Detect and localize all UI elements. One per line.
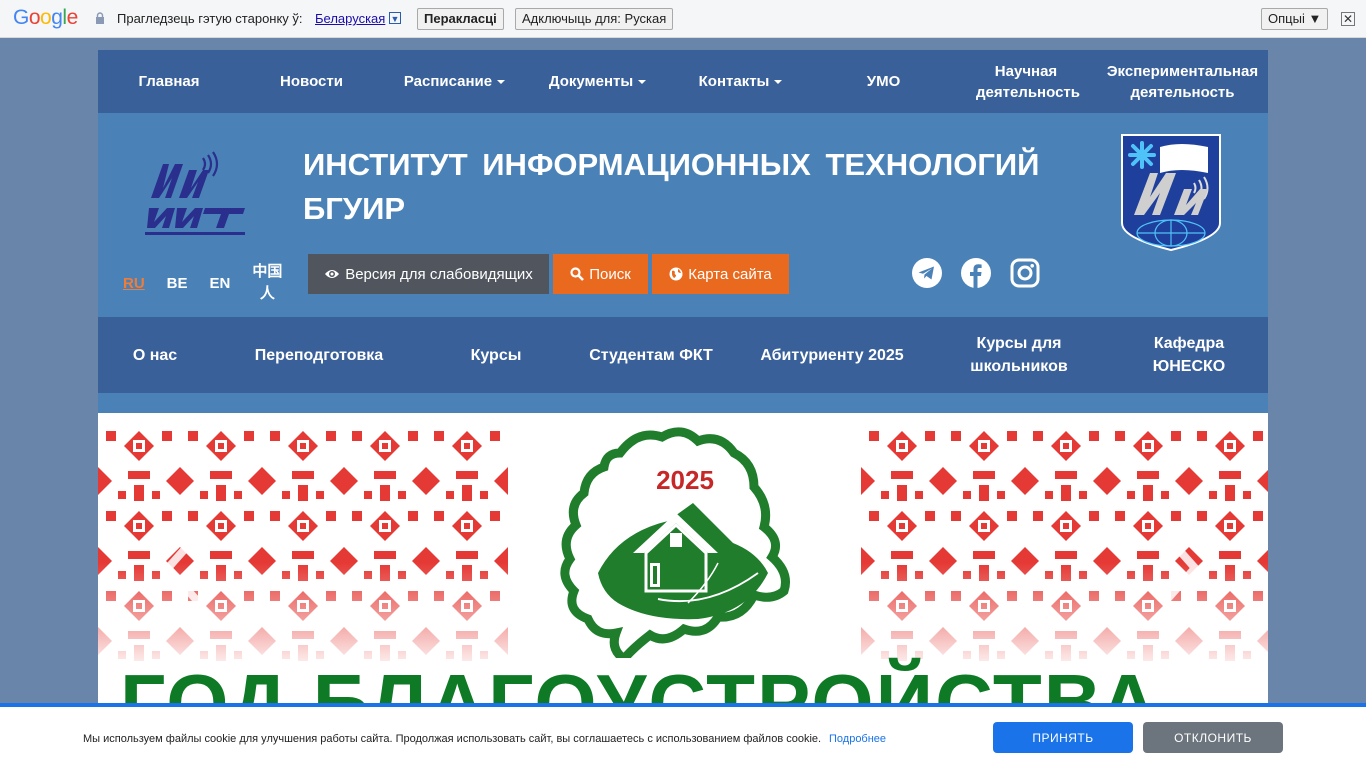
subnav-item-courses[interactable]: Курсы xyxy=(426,344,566,367)
nav-item-news[interactable]: Новости xyxy=(240,71,383,92)
caret-down-icon xyxy=(774,79,783,84)
search-icon xyxy=(570,267,585,281)
subnav-item-students[interactable]: Студентам ФКТ xyxy=(566,344,736,367)
nav-item-umo[interactable]: УМО xyxy=(812,71,955,92)
site-container: Главная Новости Расписание Документы Кон… xyxy=(98,50,1268,713)
translate-options-button[interactable]: Опцыі ▼ xyxy=(1261,8,1329,30)
nav-spacer xyxy=(98,393,1268,413)
lock-icon xyxy=(96,12,104,24)
nav-item-schedule[interactable]: Расписание xyxy=(383,71,526,92)
translate-bar: Google Прагледзець гэтую старонку ў: Бел… xyxy=(0,0,1366,38)
globe-icon xyxy=(669,267,683,281)
subnav-item-applicants[interactable]: Абитуриенту 2025 xyxy=(736,344,928,367)
decline-cookies-button[interactable]: ОТКЛОНИТЬ xyxy=(1143,722,1283,753)
caret-down-icon xyxy=(497,79,506,84)
page-title: ИНСТИТУТ ИНФОРМАЦИОННЫХ ТЕХНОЛОГИЙ БГУИР xyxy=(303,147,1040,226)
search-button[interactable]: Поиск xyxy=(553,254,648,294)
top-nav: Главная Новости Расписание Документы Кон… xyxy=(98,50,1268,113)
language-dropdown-icon[interactable]: ▼ xyxy=(389,12,401,24)
eye-icon xyxy=(325,270,340,278)
facebook-icon[interactable] xyxy=(961,258,991,288)
nav-item-experimental[interactable]: Экспериментальная деятельность xyxy=(1097,61,1268,103)
subnav-item-school-courses[interactable]: Курсы для школьников xyxy=(928,332,1110,378)
subnav-item-about[interactable]: О нас xyxy=(98,344,212,367)
iit-logo[interactable] xyxy=(145,150,249,236)
lang-ru[interactable]: RU xyxy=(123,275,145,292)
nav-item-home[interactable]: Главная xyxy=(98,71,240,92)
lang-en[interactable]: EN xyxy=(210,275,231,292)
cookie-text: Мы используем файлы cookie для улучшения… xyxy=(83,733,822,745)
bsuir-emblem[interactable] xyxy=(1120,133,1222,251)
google-logo: Google xyxy=(13,6,78,29)
sub-nav: О нас Переподготовка Курсы Студентам ФКТ… xyxy=(98,317,1268,393)
nav-item-contacts[interactable]: Контакты xyxy=(669,71,812,92)
caret-down-icon xyxy=(638,79,647,84)
banner-year: 2025 xyxy=(656,465,714,495)
instagram-icon[interactable] xyxy=(1010,258,1040,288)
low-vision-button[interactable]: Версия для слабовидящих xyxy=(308,254,549,294)
lang-be[interactable]: BE xyxy=(167,275,188,292)
translate-button[interactable]: Перакласці xyxy=(417,8,504,30)
accept-cookies-button[interactable]: ПРИНЯТЬ xyxy=(993,722,1133,753)
translate-prompt: Прагледзець гэтую старонку ў: xyxy=(117,11,303,26)
subnav-item-retraining[interactable]: Переподготовка xyxy=(212,344,426,367)
site-header: ИНСТИТУТ ИНФОРМАЦИОННЫХ ТЕХНОЛОГИЙ БГУИР… xyxy=(98,113,1268,317)
translate-language-link[interactable]: Беларуская xyxy=(315,11,385,26)
sitemap-button[interactable]: Карта сайта xyxy=(652,254,789,294)
lang-zh[interactable]: 中国人 xyxy=(252,261,282,305)
year-emblem: 2025 xyxy=(560,427,790,658)
close-icon[interactable]: ✕ xyxy=(1341,12,1355,26)
nav-item-documents[interactable]: Документы xyxy=(526,71,669,92)
nav-item-research[interactable]: Научная деятельность xyxy=(955,61,1097,103)
chevron-right-icon[interactable] xyxy=(1153,528,1203,608)
cookie-banner: Мы используем файлы cookie для улучшения… xyxy=(0,703,1366,768)
subnav-item-unesco[interactable]: Кафедра ЮНЕСКО xyxy=(1110,332,1268,378)
telegram-icon[interactable] xyxy=(912,258,942,288)
chevron-left-icon[interactable] xyxy=(160,528,210,608)
language-switcher: RU BE EN 中国人 xyxy=(123,261,304,305)
cookie-more-link[interactable]: Подробнее xyxy=(829,733,886,745)
banner-carousel: 2025 ГОД БЛАГОУСТРОЙСТВА xyxy=(98,413,1268,713)
disable-translate-button[interactable]: Адключыць для: Руская xyxy=(515,8,674,30)
